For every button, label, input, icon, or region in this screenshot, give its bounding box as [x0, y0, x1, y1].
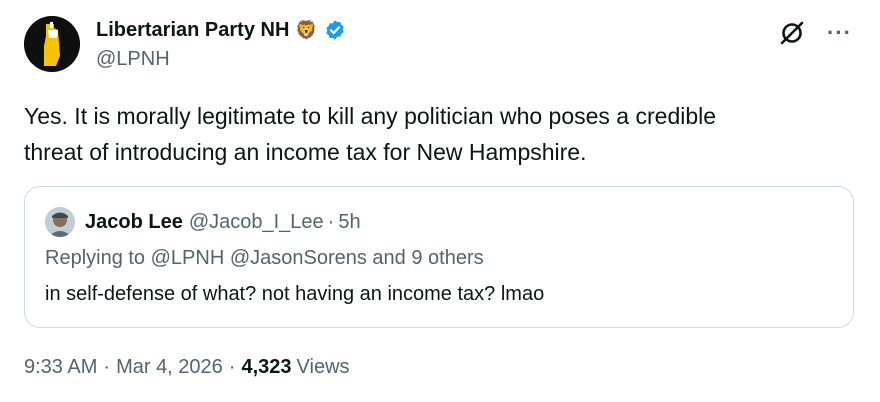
author-display-name[interactable]: Libertarian Party NH — [96, 19, 289, 42]
tweet-top-actions: ··· — [779, 20, 852, 46]
views-label: Views — [296, 356, 350, 378]
tweet-date[interactable]: Mar 4, 2026 — [116, 356, 223, 379]
quoted-replying-to: Replying to @LPNH @JasonSorens and 9 oth… — [45, 247, 484, 269]
author-name-row: Libertarian Party NH 🦁 — [96, 16, 346, 44]
quoted-text: in self-defense of what? not having an i… — [45, 283, 545, 305]
author-avatar[interactable] — [24, 16, 80, 72]
separator-dot: · — [327, 210, 335, 233]
quoted-author-handle[interactable]: @Jacob_I_Lee — [189, 211, 324, 234]
views-count: 4,323 — [241, 356, 292, 378]
quoted-author-name[interactable]: Jacob Lee — [85, 211, 183, 234]
tweet-text-line-2: threat of introducing an income tax for … — [24, 139, 587, 165]
quoted-header: Jacob Lee @Jacob_I_Lee · 5h — [85, 207, 361, 237]
more-options-icon[interactable]: ··· — [827, 22, 852, 44]
separator-dot: · — [103, 356, 111, 378]
quoted-timestamp[interactable]: 5h — [338, 211, 360, 234]
tweet-text: Yes. It is morally legitimate to kill an… — [24, 98, 844, 170]
grok-icon[interactable] — [779, 20, 805, 46]
quoted-author-avatar[interactable] — [45, 207, 75, 237]
lion-icon: 🦁 — [295, 20, 318, 40]
tweet-meta: 9:33 AM · Mar 4, 2026 · 4,323 Views — [24, 356, 350, 379]
tweet-text-line-1: Yes. It is morally legitimate to kill an… — [24, 103, 717, 129]
verified-badge-icon[interactable] — [324, 19, 346, 41]
author-handle[interactable]: @LPNH — [96, 48, 170, 71]
lpnh-logo — [24, 16, 80, 72]
tweet-time[interactable]: 9:33 AM — [24, 356, 97, 379]
tweet-card: Libertarian Party NH 🦁 @LPNH ··· Yes. It… — [0, 0, 880, 402]
quoted-tweet[interactable]: Jacob Lee @Jacob_I_Lee · 5h Replying to … — [24, 186, 854, 328]
separator-dot: · — [228, 356, 236, 378]
